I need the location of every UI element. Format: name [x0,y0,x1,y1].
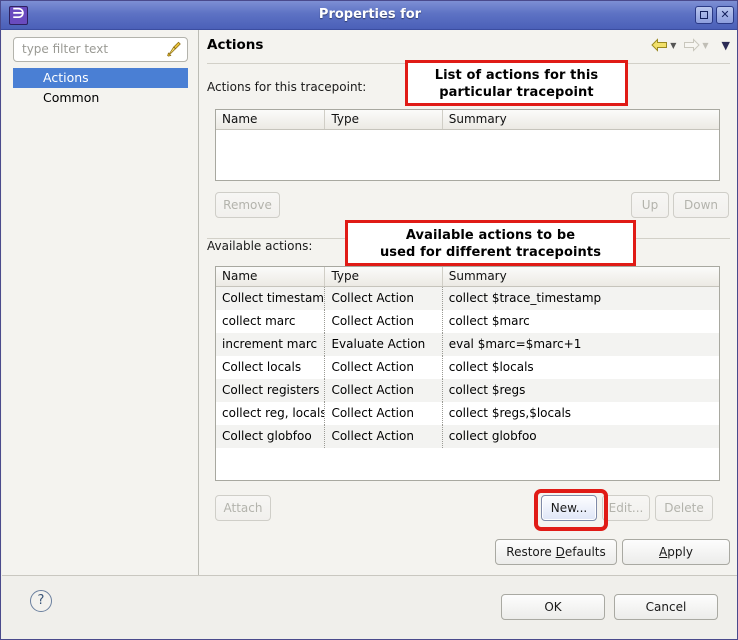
title-bar[interactable]: ∋ Properties for ✕ [1,1,737,30]
column-header-type[interactable]: Type [325,267,443,286]
edit-button[interactable]: Edit... [602,495,650,521]
available-actions-label: Available actions: [207,239,313,253]
table-body: Collect timestam Collect Action collect $t… [216,287,719,448]
annotation-top-line1: List of actions for this [434,68,599,83]
column-header-summary[interactable]: Summary [443,110,719,129]
down-button[interactable]: Down [673,192,729,218]
cell-type: Evaluate Action [325,333,443,356]
filter-input-wrapper[interactable]: type filter text [13,37,188,62]
delete-button[interactable]: Delete [655,495,713,521]
ok-button[interactable]: OK [501,594,605,620]
maximize-button[interactable] [695,6,713,24]
page-title: Actions [207,37,264,53]
apply-label-post: pply [667,545,693,559]
tracepoint-actions-table[interactable]: Name Type Summary [215,109,720,181]
table-row[interactable]: collect reg, locals Collect Action collect… [216,402,719,425]
up-button[interactable]: Up [631,192,669,218]
cell-name: Collect globfoo [216,425,326,448]
sidebar: type filter text Actions Common [2,30,199,575]
cell-summary: collect $trace_timestamp [448,291,602,305]
table-header-row: Name Type Summary [216,267,719,287]
tracepoint-actions-label: Actions for this tracepoint: [207,80,367,94]
annotation-bottom-line2: used for different tracepoints [379,245,602,260]
column-header-name[interactable]: Name [216,110,326,129]
new-button[interactable]: New... [541,495,597,521]
cell-type: Collect Action [325,425,443,448]
sidebar-item-common[interactable]: Common [13,88,188,108]
table-header-row: Name Type Summary [216,110,719,130]
cell-type: Collect Action [325,310,443,333]
cell-summary: collect globfoo [448,429,537,443]
close-icon: ✕ [720,8,730,21]
annotation-top-line2: particular tracepoint [439,85,594,100]
cell-name: collect marc [216,310,326,333]
cell-name: Collect timestam [216,287,326,310]
column-header-summary[interactable]: Summary [443,267,719,286]
restore-defaults-label-pre: Restore [506,545,556,559]
cell-type: Collect Action [325,356,443,379]
cell-summary: collect $marc [448,314,530,328]
sidebar-item-label: Actions [43,70,89,85]
maximize-icon [700,11,708,19]
table-row[interactable]: Collect globfoo Collect Action collect glo… [216,425,719,448]
properties-dialog: ∋ Properties for ✕ type filter text Acti… [0,0,738,640]
filter-placeholder: type filter text [22,42,109,56]
cell-type: Collect Action [325,402,443,425]
annotation-bottom: Available actions to be used for differe… [345,220,636,266]
column-header-type[interactable]: Type [325,110,443,129]
forward-arrow-icon [684,38,701,52]
table-row[interactable]: increment marc Evaluate Action eval $marc=… [216,333,719,356]
cell-summary: collect $regs,$locals [448,406,572,420]
window-title: Properties for [318,7,422,22]
navigation-toolbar: ▼ ▼ ▼ [651,38,730,52]
sidebar-item-label: Common [43,90,100,105]
cell-name: Collect locals [216,356,326,379]
help-question-icon[interactable]: ? [30,590,52,612]
cell-summary: eval $marc=$marc+1 [448,337,582,351]
cell-summary: collect $regs [448,383,526,397]
cancel-button[interactable]: Cancel [614,594,718,620]
cell-name: Collect registers [216,379,326,402]
apply-button[interactable]: Apply [622,539,730,565]
cell-name: increment marc [216,333,326,356]
preference-tree: Actions Common [13,68,188,108]
forward-dropdown-icon: ▼ [702,40,709,50]
restore-defaults-label-post: efaults [564,545,606,559]
table-row[interactable]: Collect timestam Collect Action collect $t… [216,287,719,310]
restore-defaults-mnemonic: D [555,545,565,559]
remove-button[interactable]: Remove [215,192,280,218]
close-button[interactable]: ✕ [716,6,734,24]
back-arrow-icon[interactable] [651,38,668,52]
cell-summary: collect $locals [448,360,534,374]
cell-type: Collect Action [325,379,443,402]
broom-icon[interactable] [166,41,182,58]
dialog-footer: ? OK Cancel [2,575,737,639]
cell-type: Collect Action [325,287,443,310]
restore-defaults-button[interactable]: Restore Defaults [495,539,617,565]
annotation-bottom-line1: Available actions to be [405,228,576,243]
cell-name: collect reg, locals [216,402,326,425]
window-controls: ✕ [695,6,734,24]
available-actions-table[interactable]: Name Type Summary Collect timestam Collec… [215,266,720,481]
table-row[interactable]: collect marc Collect Action collect $marc [216,310,719,333]
column-header-name[interactable]: Name [216,267,326,286]
annotation-top: List of actions for this particular trac… [405,60,628,106]
table-row[interactable]: Collect locals Collect Action collect $loc… [216,356,719,379]
view-menu-icon[interactable]: ▼ [722,39,730,52]
table-row[interactable]: Collect registers Collect Action collect $… [216,379,719,402]
attach-button[interactable]: Attach [215,495,271,521]
back-dropdown-icon[interactable]: ▼ [670,41,676,50]
content-panel: Actions ▼ ▼ ▼ Actions for this tracepoin… [199,30,737,575]
sidebar-item-actions[interactable]: Actions [13,68,188,88]
